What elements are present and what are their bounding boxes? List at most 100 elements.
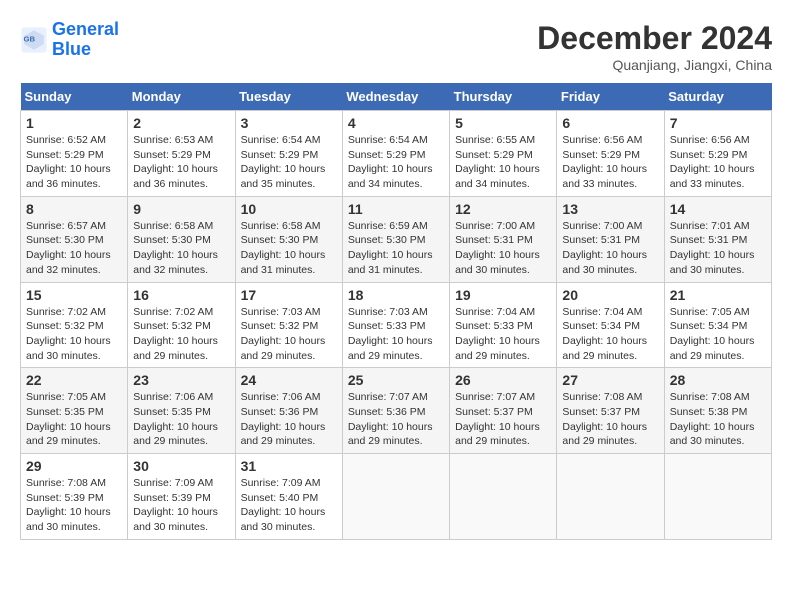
day-number: 26	[455, 372, 551, 388]
day-number: 13	[562, 201, 658, 217]
weekday-header-thursday: Thursday	[450, 83, 557, 111]
day-info: Sunrise: 7:07 AM Sunset: 5:36 PM Dayligh…	[348, 390, 444, 449]
logo-text: General Blue	[52, 20, 119, 60]
calendar-cell: 26 Sunrise: 7:07 AM Sunset: 5:37 PM Dayl…	[450, 368, 557, 454]
day-info: Sunrise: 7:04 AM Sunset: 5:34 PM Dayligh…	[562, 305, 658, 364]
day-number: 6	[562, 115, 658, 131]
day-number: 5	[455, 115, 551, 131]
day-number: 21	[670, 287, 766, 303]
day-number: 28	[670, 372, 766, 388]
calendar-cell	[342, 454, 449, 540]
day-info: Sunrise: 7:00 AM Sunset: 5:31 PM Dayligh…	[562, 219, 658, 278]
calendar-cell: 8 Sunrise: 6:57 AM Sunset: 5:30 PM Dayli…	[21, 196, 128, 282]
day-info: Sunrise: 6:52 AM Sunset: 5:29 PM Dayligh…	[26, 133, 122, 192]
day-info: Sunrise: 7:00 AM Sunset: 5:31 PM Dayligh…	[455, 219, 551, 278]
day-number: 30	[133, 458, 229, 474]
calendar-cell: 15 Sunrise: 7:02 AM Sunset: 5:32 PM Dayl…	[21, 282, 128, 368]
day-info: Sunrise: 6:58 AM Sunset: 5:30 PM Dayligh…	[133, 219, 229, 278]
day-info: Sunrise: 7:05 AM Sunset: 5:34 PM Dayligh…	[670, 305, 766, 364]
day-info: Sunrise: 6:54 AM Sunset: 5:29 PM Dayligh…	[241, 133, 337, 192]
day-number: 20	[562, 287, 658, 303]
calendar-cell: 29 Sunrise: 7:08 AM Sunset: 5:39 PM Dayl…	[21, 454, 128, 540]
calendar-cell: 3 Sunrise: 6:54 AM Sunset: 5:29 PM Dayli…	[235, 111, 342, 197]
day-number: 10	[241, 201, 337, 217]
calendar-cell: 13 Sunrise: 7:00 AM Sunset: 5:31 PM Dayl…	[557, 196, 664, 282]
calendar-cell: 27 Sunrise: 7:08 AM Sunset: 5:37 PM Dayl…	[557, 368, 664, 454]
day-info: Sunrise: 6:57 AM Sunset: 5:30 PM Dayligh…	[26, 219, 122, 278]
calendar-cell: 2 Sunrise: 6:53 AM Sunset: 5:29 PM Dayli…	[128, 111, 235, 197]
calendar-cell: 19 Sunrise: 7:04 AM Sunset: 5:33 PM Dayl…	[450, 282, 557, 368]
weekday-header-tuesday: Tuesday	[235, 83, 342, 111]
calendar-week-4: 22 Sunrise: 7:05 AM Sunset: 5:35 PM Dayl…	[21, 368, 772, 454]
day-info: Sunrise: 7:03 AM Sunset: 5:32 PM Dayligh…	[241, 305, 337, 364]
calendar-cell: 12 Sunrise: 7:00 AM Sunset: 5:31 PM Dayl…	[450, 196, 557, 282]
day-number: 23	[133, 372, 229, 388]
day-number: 8	[26, 201, 122, 217]
day-info: Sunrise: 7:03 AM Sunset: 5:33 PM Dayligh…	[348, 305, 444, 364]
calendar-cell: 18 Sunrise: 7:03 AM Sunset: 5:33 PM Dayl…	[342, 282, 449, 368]
day-info: Sunrise: 7:06 AM Sunset: 5:36 PM Dayligh…	[241, 390, 337, 449]
calendar-week-3: 15 Sunrise: 7:02 AM Sunset: 5:32 PM Dayl…	[21, 282, 772, 368]
day-info: Sunrise: 7:07 AM Sunset: 5:37 PM Dayligh…	[455, 390, 551, 449]
calendar-cell: 6 Sunrise: 6:56 AM Sunset: 5:29 PM Dayli…	[557, 111, 664, 197]
calendar-cell: 10 Sunrise: 6:58 AM Sunset: 5:30 PM Dayl…	[235, 196, 342, 282]
day-info: Sunrise: 7:06 AM Sunset: 5:35 PM Dayligh…	[133, 390, 229, 449]
day-info: Sunrise: 7:09 AM Sunset: 5:39 PM Dayligh…	[133, 476, 229, 535]
day-info: Sunrise: 6:54 AM Sunset: 5:29 PM Dayligh…	[348, 133, 444, 192]
day-info: Sunrise: 7:08 AM Sunset: 5:37 PM Dayligh…	[562, 390, 658, 449]
day-number: 24	[241, 372, 337, 388]
day-number: 2	[133, 115, 229, 131]
day-info: Sunrise: 6:55 AM Sunset: 5:29 PM Dayligh…	[455, 133, 551, 192]
logo: GB General Blue	[20, 20, 119, 60]
calendar-table: SundayMondayTuesdayWednesdayThursdayFrid…	[20, 83, 772, 540]
svg-text:GB: GB	[24, 34, 36, 43]
calendar-cell: 25 Sunrise: 7:07 AM Sunset: 5:36 PM Dayl…	[342, 368, 449, 454]
weekday-header-saturday: Saturday	[664, 83, 771, 111]
day-number: 18	[348, 287, 444, 303]
logo-line2: Blue	[52, 39, 91, 59]
day-info: Sunrise: 6:56 AM Sunset: 5:29 PM Dayligh…	[670, 133, 766, 192]
calendar-cell: 7 Sunrise: 6:56 AM Sunset: 5:29 PM Dayli…	[664, 111, 771, 197]
month-title: December 2024	[537, 20, 772, 57]
day-number: 17	[241, 287, 337, 303]
calendar-cell: 30 Sunrise: 7:09 AM Sunset: 5:39 PM Dayl…	[128, 454, 235, 540]
calendar-cell: 4 Sunrise: 6:54 AM Sunset: 5:29 PM Dayli…	[342, 111, 449, 197]
day-info: Sunrise: 7:05 AM Sunset: 5:35 PM Dayligh…	[26, 390, 122, 449]
day-info: Sunrise: 7:09 AM Sunset: 5:40 PM Dayligh…	[241, 476, 337, 535]
logo-line1: General	[52, 19, 119, 39]
day-number: 14	[670, 201, 766, 217]
calendar-cell: 9 Sunrise: 6:58 AM Sunset: 5:30 PM Dayli…	[128, 196, 235, 282]
day-number: 27	[562, 372, 658, 388]
calendar-week-5: 29 Sunrise: 7:08 AM Sunset: 5:39 PM Dayl…	[21, 454, 772, 540]
day-number: 7	[670, 115, 766, 131]
day-info: Sunrise: 6:59 AM Sunset: 5:30 PM Dayligh…	[348, 219, 444, 278]
calendar-cell: 24 Sunrise: 7:06 AM Sunset: 5:36 PM Dayl…	[235, 368, 342, 454]
day-number: 11	[348, 201, 444, 217]
location: Quanjiang, Jiangxi, China	[537, 57, 772, 73]
calendar-cell: 31 Sunrise: 7:09 AM Sunset: 5:40 PM Dayl…	[235, 454, 342, 540]
calendar-cell: 22 Sunrise: 7:05 AM Sunset: 5:35 PM Dayl…	[21, 368, 128, 454]
day-number: 25	[348, 372, 444, 388]
day-number: 29	[26, 458, 122, 474]
calendar-cell	[664, 454, 771, 540]
day-number: 15	[26, 287, 122, 303]
calendar-cell: 28 Sunrise: 7:08 AM Sunset: 5:38 PM Dayl…	[664, 368, 771, 454]
day-number: 19	[455, 287, 551, 303]
weekday-header-friday: Friday	[557, 83, 664, 111]
calendar-cell: 20 Sunrise: 7:04 AM Sunset: 5:34 PM Dayl…	[557, 282, 664, 368]
weekday-header-wednesday: Wednesday	[342, 83, 449, 111]
page-header: GB General Blue December 2024 Quanjiang,…	[20, 20, 772, 73]
day-info: Sunrise: 6:56 AM Sunset: 5:29 PM Dayligh…	[562, 133, 658, 192]
weekday-header-sunday: Sunday	[21, 83, 128, 111]
day-info: Sunrise: 7:02 AM Sunset: 5:32 PM Dayligh…	[133, 305, 229, 364]
day-info: Sunrise: 7:02 AM Sunset: 5:32 PM Dayligh…	[26, 305, 122, 364]
calendar-header-row: SundayMondayTuesdayWednesdayThursdayFrid…	[21, 83, 772, 111]
day-info: Sunrise: 7:08 AM Sunset: 5:38 PM Dayligh…	[670, 390, 766, 449]
calendar-cell: 11 Sunrise: 6:59 AM Sunset: 5:30 PM Dayl…	[342, 196, 449, 282]
calendar-cell: 17 Sunrise: 7:03 AM Sunset: 5:32 PM Dayl…	[235, 282, 342, 368]
calendar-week-2: 8 Sunrise: 6:57 AM Sunset: 5:30 PM Dayli…	[21, 196, 772, 282]
day-info: Sunrise: 7:04 AM Sunset: 5:33 PM Dayligh…	[455, 305, 551, 364]
day-number: 12	[455, 201, 551, 217]
calendar-cell: 5 Sunrise: 6:55 AM Sunset: 5:29 PM Dayli…	[450, 111, 557, 197]
calendar-cell: 16 Sunrise: 7:02 AM Sunset: 5:32 PM Dayl…	[128, 282, 235, 368]
